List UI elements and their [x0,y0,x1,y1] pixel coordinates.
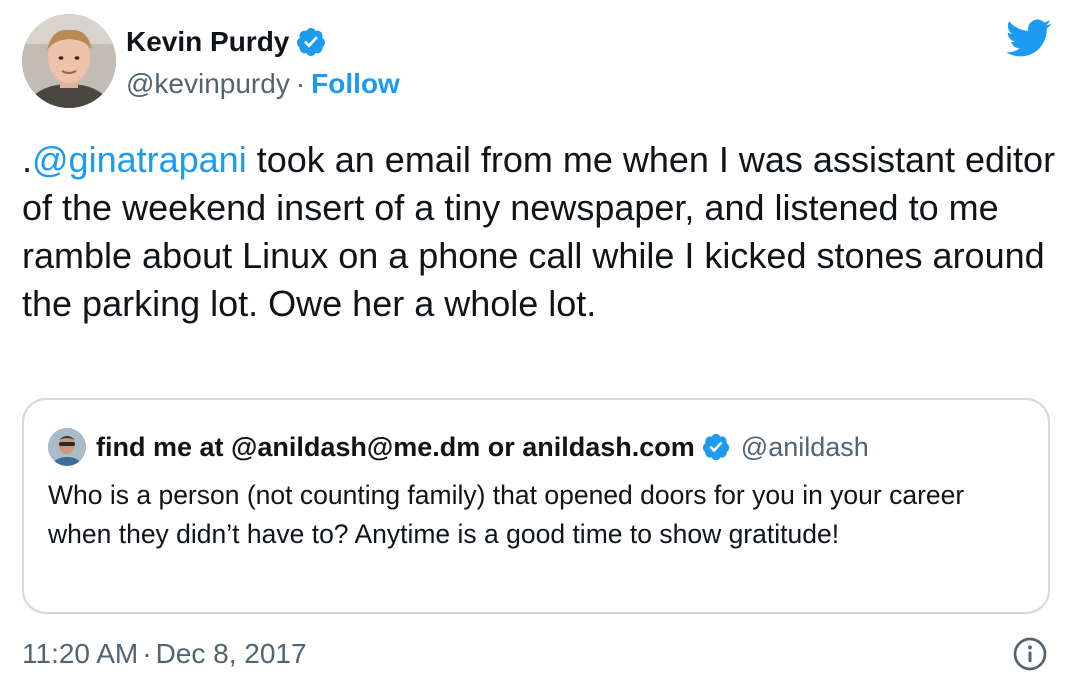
timestamp-separator: · [142,638,152,669]
handle-separator: · [295,68,306,99]
quoted-author-avatar-image [48,428,86,466]
author-avatar[interactable] [22,14,116,108]
author-handle[interactable]: @kevinpurdy [126,68,290,99]
quoted-author-avatar[interactable] [48,428,86,466]
follow-button[interactable]: Follow [311,68,400,99]
tweet-timestamp[interactable]: 11:20 AM · Dec 8, 2017 [22,634,307,674]
quoted-tweet-header: find me at @anildash@me.dm or anildash.c… [48,428,869,466]
tweet-text-lead: . [22,139,33,180]
author-handle-row: @kevinpurdy · Follow [126,64,400,104]
author-avatar-image [22,14,116,108]
quoted-author-handle[interactable]: @anildash [741,432,869,463]
verified-badge-icon [701,432,731,462]
twitter-bird-icon[interactable] [1004,18,1052,58]
tweet-date: Dec 8, 2017 [155,638,307,669]
author-name-row[interactable]: Kevin Purdy [126,22,327,62]
mention-link[interactable]: @ginatrapani [32,139,247,180]
quoted-tweet-text: Who is a person (not counting family) th… [48,480,965,549]
author-display-name[interactable]: Kevin Purdy [126,22,289,62]
quoted-author-display-name[interactable]: find me at @anildash@me.dm or anildash.c… [96,432,695,463]
tweet-text: .@ginatrapani took an email from me when… [22,136,1062,328]
tweet-time: 11:20 AM [22,638,139,669]
verified-badge-icon [295,26,327,58]
info-icon[interactable] [1012,636,1048,672]
quoted-tweet-card[interactable]: find me at @anildash@me.dm or anildash.c… [22,398,1050,614]
